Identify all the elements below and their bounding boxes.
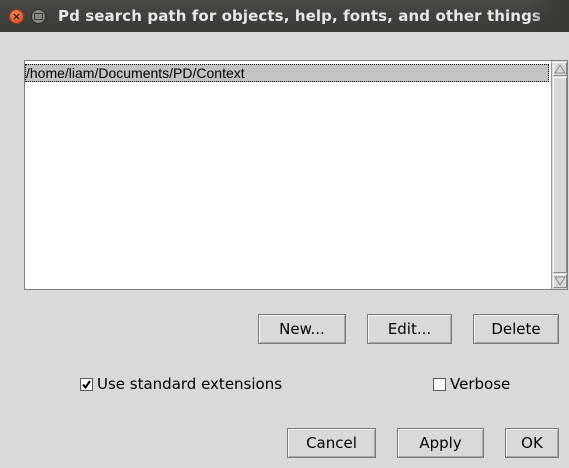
scroll-up-arrow-icon[interactable] (553, 62, 567, 76)
edit-button[interactable]: Edit... (367, 314, 452, 344)
new-button[interactable]: New... (258, 314, 346, 344)
use-standard-extensions-option[interactable]: Use standard extensions (80, 375, 282, 393)
delete-button[interactable]: Delete (473, 314, 559, 344)
search-path-list-area[interactable]: /home/liam/Documents/PD/Context (25, 61, 551, 289)
ok-button[interactable]: OK (505, 428, 559, 458)
title-bar: × Pd search path for objects, help, font… (0, 0, 569, 32)
checkmark-icon (82, 379, 91, 389)
scroll-down-arrow-icon[interactable] (553, 274, 567, 288)
verbose-option[interactable]: Verbose (433, 375, 510, 393)
list-item[interactable]: /home/liam/Documents/PD/Context (25, 64, 549, 82)
cancel-button[interactable]: Cancel (287, 428, 376, 458)
scrollbar-thumb[interactable] (553, 77, 567, 273)
title-fade (529, 0, 569, 32)
verbose-label: Verbose (450, 375, 511, 393)
use-standard-extensions-label: Use standard extensions (97, 375, 283, 393)
verbose-checkbox[interactable] (433, 377, 446, 391)
apply-button[interactable]: Apply (397, 428, 484, 458)
use-standard-extensions-checkbox[interactable] (80, 377, 93, 391)
minimize-icon[interactable] (31, 9, 46, 24)
search-path-list[interactable]: /home/liam/Documents/PD/Context (24, 60, 568, 290)
close-icon[interactable]: × (9, 9, 24, 24)
vertical-scrollbar[interactable] (551, 61, 567, 289)
window-title: Pd search path for objects, help, fonts,… (58, 7, 541, 25)
